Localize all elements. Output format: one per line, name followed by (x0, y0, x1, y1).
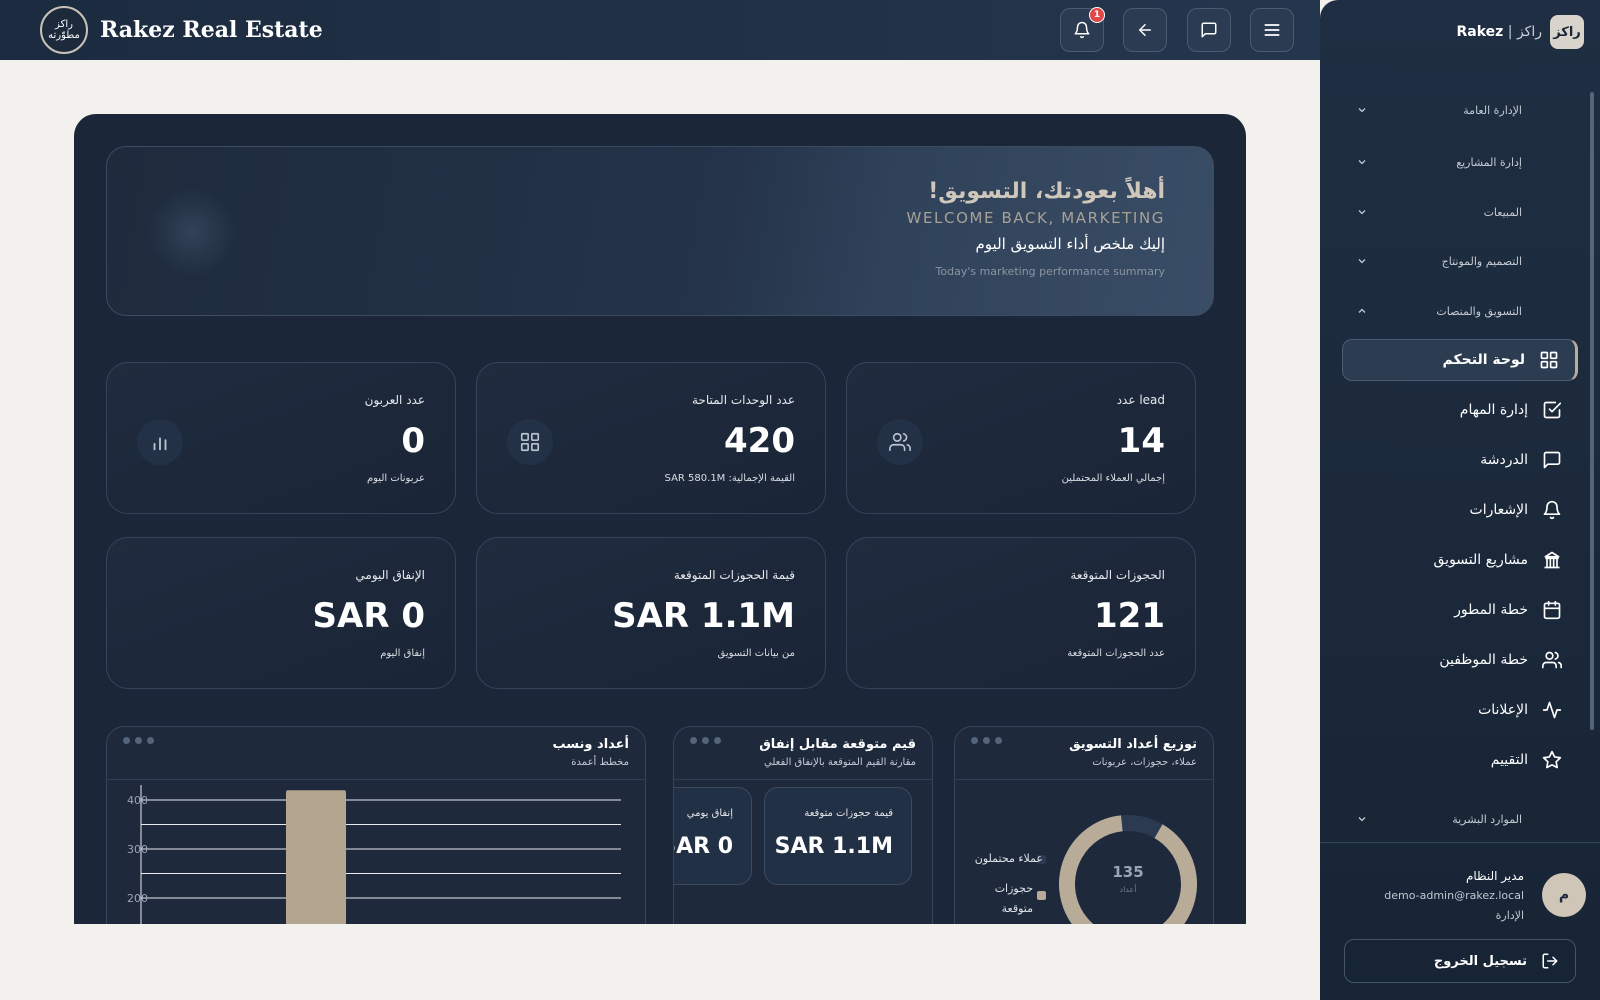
stat-card-leads[interactable]: lead عدد 14 إجمالي العملاء المحتملين (846, 362, 1196, 514)
comparison-card: قيم متوقعة مقابل إنفاق مقارنة القيم المت… (673, 726, 933, 924)
brand-logo: راكز مطوّرته (40, 6, 88, 54)
welcome-summary: إليك ملخص أداء التسويق اليوم (975, 235, 1166, 253)
stat-card-bookings-value[interactable]: قيمة الحجوزات المتوقعة SAR 1.1M من بيانا… (476, 537, 826, 689)
stat-card-deposits[interactable]: عدد العربون 0 عربونات اليوم (106, 362, 456, 514)
bar-chart-card: أعداد ونسب مخطط أعمدة 200 300 400 (106, 726, 646, 924)
card-menu-dots[interactable] (123, 737, 154, 744)
chat-button[interactable] (1187, 8, 1231, 52)
y-tick-label: 200 (127, 892, 148, 905)
calendar-icon (1543, 600, 1561, 620)
donut-chart: 135 أعداد (1059, 815, 1197, 924)
sidebar-item-rating[interactable]: التقييم (1342, 739, 1578, 781)
back-button[interactable] (1123, 8, 1167, 52)
arrow-left-icon (1139, 24, 1151, 36)
bar-chart: 200 300 400 (127, 785, 621, 924)
mini-card-daily-spend[interactable]: إنفاق يومي SAR 0 (674, 787, 752, 885)
sidebar-logo: راكز (1550, 15, 1584, 49)
sidebar-item-marketing-projects[interactable]: مشاريع التسويق (1342, 539, 1578, 581)
dashboard-panel: أهلاً بعودتك، التسويق! WELCOME BACK, MAR… (74, 114, 1246, 924)
brand-name: Rakez Real Estate (100, 17, 323, 43)
sidebar-section-projects[interactable]: إدارة المشاريع (1320, 147, 1600, 177)
y-tick-label: 300 (127, 843, 148, 856)
building-icon (1544, 551, 1560, 569)
chevron-down-icon (1358, 259, 1366, 264)
sidebar: Rakez | راكز راكز الإدارة العامة إدارة ا… (1320, 0, 1600, 1000)
bell-icon (1543, 500, 1561, 520)
user-role: الإدارة (1495, 909, 1524, 922)
chevron-down-icon (1358, 210, 1366, 215)
hamburger-icon (1264, 24, 1280, 36)
sidebar-scrollbar[interactable] (1590, 92, 1594, 730)
check-square-icon (1543, 401, 1562, 419)
stat-card-expected-bookings[interactable]: الحجوزات المتوقعة 121 عدد الحجوزات المتو… (846, 537, 1196, 689)
sidebar-section-general[interactable]: الإدارة العامة (1320, 95, 1600, 125)
brand[interactable]: راكز مطوّرته Rakez Real Estate (40, 6, 323, 54)
sidebar-item-notifications[interactable]: الإشعارات (1342, 489, 1578, 531)
user-name: مدير النظام (1465, 869, 1524, 883)
sidebar-section-design[interactable]: التصميم والمونتاج (1320, 246, 1600, 276)
sidebar-item-chat[interactable]: الدردشة (1342, 439, 1578, 481)
donut-center-value: 135 (1112, 863, 1143, 881)
logout-button[interactable]: تسجيل الخروج (1344, 939, 1576, 983)
bar[interactable] (286, 790, 346, 924)
legend-bookings: حجوزات متوقعة (994, 882, 1033, 915)
bell-icon (1074, 21, 1090, 39)
user-email: demo-admin@rakez.local (1384, 889, 1524, 902)
sidebar-footer: مدير النظام demo-admin@rakez.local الإدا… (1320, 842, 1600, 1000)
chevron-down-icon (1358, 160, 1366, 165)
legend-leads: عملاء محتملون (974, 852, 1043, 865)
donut-center-label: أعداد (1120, 884, 1137, 894)
card-menu-dots[interactable] (690, 737, 721, 744)
y-tick-label: 400 (127, 794, 148, 807)
sidebar-header: Rakez | راكز راكز (1320, 0, 1600, 64)
chat-icon (1543, 451, 1561, 469)
grid-icon (520, 432, 540, 452)
sidebar-item-ads[interactable]: الإعلانات (1342, 689, 1578, 731)
avatar[interactable]: م (1542, 873, 1586, 917)
grid-icon (1540, 351, 1558, 369)
sidebar-section-sales[interactable]: المبيعات (1320, 197, 1600, 227)
notification-badge: 1 (1089, 7, 1105, 23)
users-icon (1542, 651, 1562, 669)
welcome-title: أهلاً بعودتك، التسويق! (928, 179, 1165, 204)
welcome-summary-en: Today's marketing performance summary (935, 265, 1165, 278)
welcome-banner: أهلاً بعودتك، التسويق! WELCOME BACK, MAR… (106, 146, 1214, 316)
bar-chart-icon (153, 437, 167, 451)
users-icon (889, 432, 911, 452)
stat-card-daily-spend[interactable]: الإنفاق اليومي SAR 0 إنفاق اليوم (106, 537, 456, 689)
chevron-down-icon (1358, 108, 1366, 113)
sidebar-section-marketing[interactable]: التسويق والمنصات (1320, 296, 1600, 326)
distribution-card: توزيع أعداد التسويق عملاء، حجوزات، عربون… (954, 726, 1214, 924)
notifications-button[interactable]: 1 (1060, 7, 1105, 52)
stat-card-available-units[interactable]: عدد الوحدات المتاحة 420 القيمة الإجمالية… (476, 362, 826, 514)
sidebar-brand-text: Rakez | راكز (1456, 24, 1542, 40)
top-bar: راكز مطوّرته Rakez Real Estate 1 (0, 0, 1320, 60)
chat-icon (1201, 22, 1217, 38)
logout-icon (1542, 953, 1558, 969)
sidebar-item-developer-plan[interactable]: خطة المطور (1342, 589, 1578, 631)
sidebar-item-dashboard[interactable]: لوحة التحكم (1342, 339, 1578, 381)
chevron-up-icon (1358, 308, 1366, 313)
sidebar-item-employee-plan[interactable]: خطة الموظفين (1342, 639, 1578, 681)
card-menu-dots[interactable] (971, 737, 1002, 744)
star-icon (1542, 750, 1562, 769)
legend-swatch-bookings (1037, 891, 1046, 900)
menu-button[interactable] (1250, 8, 1294, 52)
sidebar-section-hr[interactable]: الموارد البشرية (1320, 804, 1600, 834)
welcome-subtitle: WELCOME BACK, MARKETING (906, 209, 1165, 227)
sidebar-item-tasks[interactable]: إدارة المهام (1342, 389, 1578, 431)
chevron-down-icon (1358, 817, 1366, 822)
mini-card-bookings-value[interactable]: قيمة حجوزات متوقعة SAR 1.1M (764, 787, 912, 885)
activity-icon (1542, 701, 1562, 719)
